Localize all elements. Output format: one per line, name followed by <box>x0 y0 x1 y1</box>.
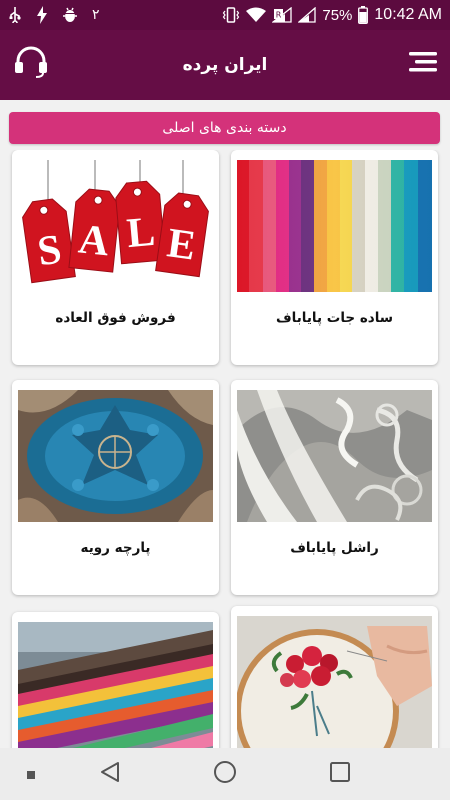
blue-damask-fabric-image <box>18 390 213 522</box>
sale-tags-image: SALE <box>18 160 213 292</box>
colorful-fabric-rolls-image <box>237 160 432 292</box>
support-button[interactable] <box>12 44 50 84</box>
navigation-bar <box>0 748 450 800</box>
battery-percent: 75% <box>322 6 353 24</box>
back-triangle-icon <box>98 760 122 788</box>
category-label: ساده جات پایاباف <box>275 310 394 326</box>
category-label: راشل پایاباف <box>290 540 379 556</box>
app-title: ایران پرده <box>182 55 268 75</box>
nav-home-button[interactable] <box>212 761 238 787</box>
svg-text:R: R <box>276 11 282 20</box>
menu-icon <box>409 51 437 77</box>
fabric-swatches-image <box>18 622 213 748</box>
status-bar: ٢ R 75% 10:42 AM <box>0 0 450 30</box>
app-bar: ایران پرده <box>0 30 450 100</box>
category-card-swatches[interactable] <box>12 612 219 748</box>
sale-tag: L <box>115 180 166 265</box>
category-label: پارچه رویه <box>80 540 151 556</box>
status-time: 10:42 AM <box>374 6 442 23</box>
category-card-upholstery[interactable]: پارچه رویه <box>12 380 219 595</box>
category-label: فروش فوق العاده <box>55 310 176 326</box>
recents-square-icon <box>328 760 352 788</box>
nav-dot-button[interactable] <box>18 761 44 787</box>
nav-recents-button[interactable] <box>327 761 353 787</box>
home-circle-icon <box>213 760 237 788</box>
category-card-sale[interactable]: SALE فروش فوق العاده <box>12 150 219 365</box>
debug-icon <box>62 7 78 23</box>
battery-icon <box>358 6 369 24</box>
category-grid: ساده جات پایاباف SALE فروش فوق العاده را… <box>0 150 450 748</box>
signal-2-icon <box>298 7 317 23</box>
lace-curtain-image <box>237 390 432 522</box>
category-banner: دسته بندی های اصلی <box>9 112 440 144</box>
sale-tag: A <box>68 188 121 273</box>
nav-back-button[interactable] <box>97 761 123 787</box>
sale-tag-letter: L <box>125 209 157 257</box>
dot-icon <box>26 765 36 784</box>
notification-digit: ٢ <box>92 7 100 23</box>
signal-icon: R <box>272 7 293 23</box>
usb-icon <box>8 7 22 23</box>
category-card-plain-fabrics[interactable]: ساده جات پایاباف <box>231 150 438 365</box>
flash-icon <box>36 6 48 24</box>
vibrate-icon <box>222 7 240 23</box>
headset-icon <box>14 46 48 82</box>
wifi-icon <box>246 7 267 23</box>
sale-tag-letter: A <box>76 216 112 265</box>
category-card-embroidery[interactable] <box>231 606 438 748</box>
menu-button[interactable] <box>408 50 438 78</box>
category-card-lace[interactable]: راشل پایاباف <box>231 380 438 595</box>
embroidery-hoop-image <box>237 616 432 748</box>
